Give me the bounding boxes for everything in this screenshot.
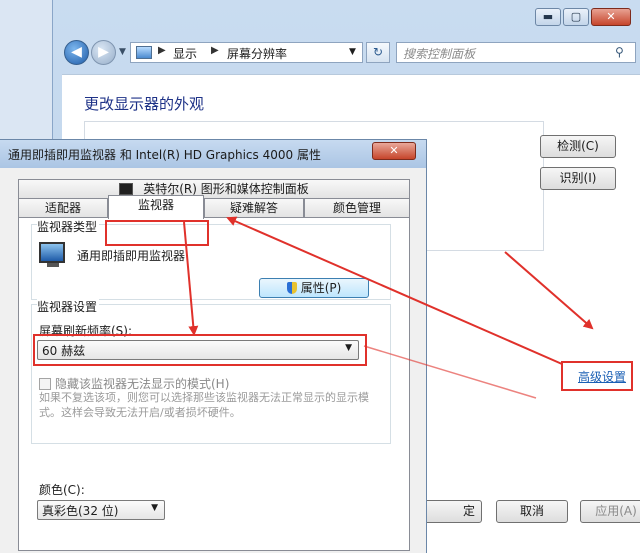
history-dropdown-icon[interactable]: ▼ [119,47,126,57]
color-depth-select[interactable]: 真彩色(32 位) ▼ [37,500,165,520]
intel-graphics-icon [119,183,133,195]
color-depth-label: 颜色(C): [39,483,85,497]
address-bar[interactable]: ▶ 显示 ▶ 屏幕分辨率 ▼ [130,42,363,63]
minimize-button[interactable]: ▬ [535,8,561,26]
cancel-button[interactable]: 取消 [496,500,568,523]
search-placeholder: 搜索控制面板 [403,47,476,61]
breadcrumb-separator-icon[interactable]: ▶ [211,45,219,56]
tab-troubleshoot[interactable]: 疑难解答 [204,198,304,217]
display-icon [136,46,152,59]
monitor-stand-icon [47,263,59,267]
maximize-button[interactable]: ▢ [563,8,589,26]
forward-button[interactable]: ▶ [91,40,116,65]
search-icon[interactable]: ⚲ [615,45,624,59]
page-title: 更改显示器的外观 [84,95,205,113]
dialog-title: 通用即插即用监视器 和 Intel(R) HD Graphics 4000 属性 [8,148,321,162]
monitor-settings-label: 监视器设置 [37,298,100,315]
uac-shield-icon [286,282,297,294]
properties-dialog: 通用即插即用监视器 和 Intel(R) HD Graphics 4000 属性… [0,139,427,553]
close-button[interactable]: ✕ [591,8,631,26]
monitor-icon [39,242,65,263]
highlight-box-refresh-rate [33,334,367,366]
address-dropdown-icon[interactable]: ▼ [349,47,356,57]
forward-arrow-icon: ▶ [98,44,109,60]
refresh-button[interactable]: ↻ [366,42,390,63]
apply-button[interactable]: 应用(A) [580,500,640,523]
monitor-name: 通用即插即用监视器 [77,249,186,263]
dialog-titlebar[interactable]: 通用即插即用监视器 和 Intel(R) HD Graphics 4000 属性… [0,140,426,168]
highlight-box-advanced [561,361,633,391]
tab-adapter[interactable]: 适配器 [18,198,108,217]
hide-modes-description: 如果不复选该项，则您可以选择那些该监视器无法正常显示的显示模式。这样会导致无法开… [39,391,369,419]
refresh-icon: ↻ [372,45,384,59]
chevron-down-icon: ▼ [151,503,158,513]
search-input[interactable]: 搜索控制面板 ⚲ [396,42,636,63]
breadcrumb-resolution[interactable]: 屏幕分辨率 [227,45,287,62]
monitor-type-label: 监视器类型 [37,218,100,235]
dialog-body: 英特尔(R) 图形和媒体控制面板 适配器 疑难解答 颜色管理 监视器 监视器类型… [0,168,426,553]
hide-modes-checkbox[interactable] [39,378,51,390]
breadcrumb-display[interactable]: 显示 [173,45,197,62]
identify-button[interactable]: 识别(I) [540,167,616,190]
back-button[interactable]: ◀ [64,40,89,65]
breadcrumb-separator-icon[interactable]: ▶ [158,45,166,56]
tab-intel-graphics[interactable]: 英特尔(R) 图形和媒体控制面板 [18,179,410,198]
highlight-box-monitor-tab [105,220,209,246]
dialog-close-button[interactable]: ✕ [372,142,416,160]
properties-button[interactable]: 属性(P) [259,278,369,298]
detect-button[interactable]: 检测(C) [540,135,616,158]
monitor-tab-panel: 监视器类型 通用即插即用监视器 属性(P) 监视器设置 屏幕刷新频率(S): 6… [18,217,410,551]
tab-color-management[interactable]: 颜色管理 [304,198,410,217]
tab-monitor[interactable]: 监视器 [108,195,204,219]
back-arrow-icon: ◀ [71,44,82,60]
